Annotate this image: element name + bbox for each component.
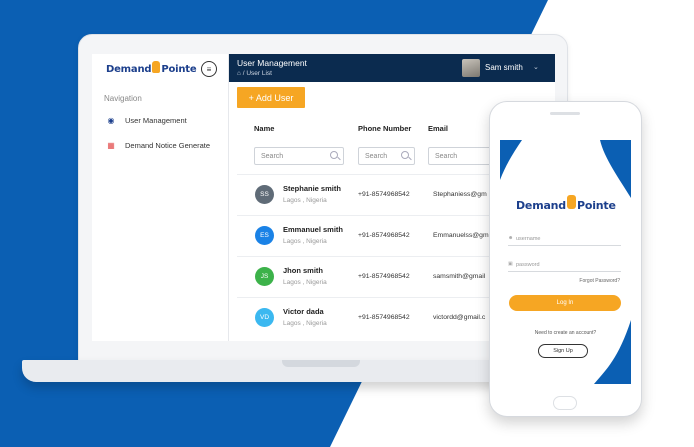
password-placeholder: password xyxy=(516,261,540,268)
search-icon xyxy=(330,151,338,159)
user-location: Lagos , Nigeria xyxy=(283,320,327,327)
lock-icon: ▣ xyxy=(508,261,513,267)
avatar[interactable] xyxy=(462,59,480,77)
logo-text-left: Demand xyxy=(516,198,566,212)
document-icon: ▦ xyxy=(107,141,115,150)
sidebar-item-label: User Management xyxy=(125,116,187,125)
nav-title: Navigation xyxy=(104,94,142,103)
sidebar-item-user-management[interactable]: ◉ User Management xyxy=(106,116,187,125)
user-email: Stephaniess@gm xyxy=(433,191,487,198)
create-account-text: Need to create an account? xyxy=(534,330,597,336)
user-location: Lagos , Nigeria xyxy=(283,279,327,286)
search-input-phone[interactable]: Search xyxy=(358,147,415,165)
user-phone: +91-8574968542 xyxy=(358,314,410,321)
search-placeholder: Search xyxy=(435,152,458,160)
sidebar-item-label: Demand Notice Generate xyxy=(125,141,211,150)
username-placeholder: username xyxy=(516,235,541,242)
search-placeholder: Search xyxy=(261,152,284,160)
sidebar: Demand Pointe ≡ Navigation ◉ User Managem… xyxy=(92,54,229,341)
user-icon: ☻ xyxy=(508,235,514,241)
laptop-screen: Demand Pointe ≡ Navigation ◉ User Managem… xyxy=(92,54,555,341)
user-phone: +91-8574968542 xyxy=(358,273,410,280)
signup-button[interactable]: Sign Up xyxy=(538,344,588,358)
search-placeholder: Search xyxy=(365,152,388,160)
avatar: JS xyxy=(255,267,274,286)
sidebar-item-demand-notice[interactable]: ▦ Demand Notice Generate xyxy=(106,141,210,150)
user-phone: +91-8574968542 xyxy=(358,191,410,198)
password-field[interactable]: ▣ password xyxy=(508,258,621,272)
login-button[interactable]: Log In xyxy=(509,295,621,311)
phone-speaker xyxy=(550,112,580,115)
user-name[interactable]: Sam smith xyxy=(485,63,523,72)
breadcrumb[interactable]: ⌂ / User List xyxy=(237,70,272,77)
laptop-notch xyxy=(282,360,360,367)
phone-screen: Demand Pointe ☻ username ▣ password Forgo… xyxy=(500,140,631,384)
page-title: User Management xyxy=(237,58,307,68)
menu-icon: ≡ xyxy=(206,64,212,74)
top-bar: User Management ⌂ / User List Sam smith … xyxy=(229,54,555,82)
user-phone: +91-8574968542 xyxy=(358,232,410,239)
user-name: Stephanie smith xyxy=(283,184,341,193)
forgot-password-link[interactable]: Forgot Password? xyxy=(579,278,620,284)
avatar: VD xyxy=(255,308,274,327)
bulb-icon xyxy=(152,61,161,73)
hamburger-menu-button[interactable]: ≡ xyxy=(201,61,217,77)
brand-logo[interactable]: Demand Pointe xyxy=(106,61,197,75)
logo-text-right: Pointe xyxy=(161,63,197,75)
user-name: Victor dada xyxy=(283,307,324,316)
logo-text-left: Demand xyxy=(106,63,152,75)
username-field[interactable]: ☻ username xyxy=(508,232,621,246)
brand-logo: Demand Pointe xyxy=(516,195,616,212)
home-button[interactable] xyxy=(553,396,577,410)
user-location: Lagos , Nigeria xyxy=(283,197,327,204)
avatar: SS xyxy=(255,185,274,204)
search-icon xyxy=(401,151,409,159)
column-header-name: Name xyxy=(254,124,275,133)
search-input-name[interactable]: Search xyxy=(254,147,344,165)
avatar: ES xyxy=(255,226,274,245)
bulb-icon xyxy=(566,195,576,209)
user-email: victordd@gmail.c xyxy=(433,314,486,321)
user-email: Emmanuelss@gm xyxy=(433,232,489,239)
users-icon: ◉ xyxy=(107,116,115,125)
user-location: Lagos , Nigeria xyxy=(283,238,327,245)
user-name: Jhon smith xyxy=(283,266,324,275)
user-name: Emmanuel smith xyxy=(283,225,344,234)
column-header-phone: Phone Number xyxy=(358,124,412,133)
chevron-down-icon[interactable]: ⌄ xyxy=(533,63,539,71)
user-email: samsmith@gmail xyxy=(433,273,486,280)
column-header-email: Email xyxy=(428,124,449,133)
search-input-email[interactable]: Search xyxy=(428,147,498,165)
logo-text-right: Pointe xyxy=(576,198,616,212)
add-user-button[interactable]: + Add User xyxy=(237,87,305,108)
